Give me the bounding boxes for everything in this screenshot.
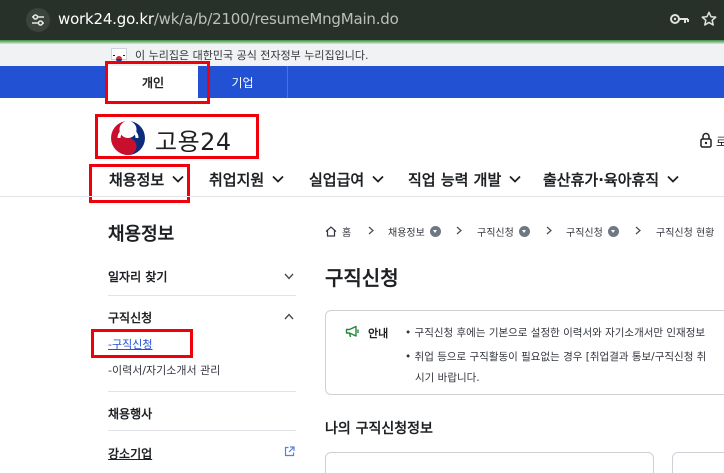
gnb-unemployment-benefit[interactable]: 실업급여 — [309, 168, 384, 190]
bookmark-star-icon[interactable] — [700, 10, 718, 28]
lnb-sub-resume-management[interactable]: -이력서/자기소개서 관리 — [108, 362, 220, 378]
url-field[interactable]: work24.go.kr/wk/a/b/2100/resumeMngMain.d… — [58, 10, 399, 28]
gnb-job-skills[interactable]: 직업 능력 개발 — [408, 168, 521, 190]
lnb-divider — [108, 430, 296, 431]
notice-line: 시기 바랍니다. — [415, 372, 480, 384]
chevron-right-icon — [546, 226, 552, 235]
megaphone-icon — [345, 325, 359, 338]
lnb-divider — [108, 391, 296, 392]
taegeuk-logo-icon[interactable] — [109, 119, 147, 157]
home-icon — [325, 226, 337, 237]
chevron-up-icon[interactable] — [284, 313, 294, 320]
gnb-parental-leave[interactable]: 출산휴가·육아휴직 — [543, 168, 679, 190]
chevron-down-icon[interactable] — [284, 273, 294, 280]
breadcrumb-current: 구직신청 현황 — [656, 224, 714, 239]
password-key-icon[interactable] — [670, 11, 690, 27]
lnb-item-job-application[interactable]: 구직신청 — [108, 309, 152, 326]
breadcrumb-label: 구직신청 — [477, 228, 514, 239]
notice-line: • 취업 등으로 구직활동이 필요없는 경우 [취업결과 통보/구직신청 취 — [405, 351, 707, 363]
dropdown-dot-icon[interactable] — [518, 226, 530, 237]
logo-text[interactable]: 고용24 — [155, 122, 232, 157]
external-link-icon[interactable] — [284, 446, 295, 457]
breadcrumb-home[interactable]: 홈 — [325, 224, 351, 239]
chevron-right-icon — [635, 226, 641, 235]
gnb-jobs[interactable]: 채용정보 — [109, 168, 184, 190]
breadcrumb-job-application-2[interactable]: 구직신청 — [566, 224, 619, 239]
lnb-item-job-search[interactable]: 일자리 찾기 — [108, 268, 167, 285]
lnb-item-job-fair[interactable]: 채용행사 — [108, 405, 152, 422]
gnb-label: 실업급여 — [309, 170, 365, 189]
gnb-divider — [0, 196, 724, 197]
breadcrumb-label: 채용정보 — [388, 228, 425, 239]
chevron-down-icon — [667, 175, 679, 183]
gov-banner-text: 이 누리집은 대한민국 공식 전자정부 누리집입니다. — [135, 49, 369, 62]
notice-line: • 구직신청 후에는 기본으로 설정한 이력서와 자기소개서만 인재정보 — [405, 327, 706, 339]
lnb-divider — [108, 295, 296, 296]
lnb-sub-job-application[interactable]: -구직신청 — [108, 336, 152, 352]
url-host: work24.go.kr — [58, 10, 154, 28]
gnb-label: 직업 능력 개발 — [408, 170, 502, 189]
application-info-card-2 — [672, 452, 724, 473]
site-info-button[interactable] — [26, 8, 50, 32]
breadcrumb-job-application[interactable]: 구직신청 — [477, 224, 530, 239]
login-link[interactable]: 로 — [716, 133, 724, 150]
tab-company[interactable]: 기업 — [198, 66, 288, 98]
page-title: 구직신청 — [325, 266, 399, 290]
sub-label: 구직신청 — [111, 338, 153, 351]
lnb-item-small-giants[interactable]: 강소기업 — [108, 445, 152, 462]
chevron-down-icon — [172, 175, 184, 183]
sub-label: 이력서/자기소개서 관리 — [111, 364, 221, 377]
korea-flag-icon — [111, 48, 127, 63]
chevron-down-icon — [509, 175, 521, 183]
lnb-title: 채용정보 — [108, 224, 175, 245]
breadcrumb-label: 홈 — [342, 228, 352, 239]
breadcrumb-label: 구직신청 현황 — [656, 228, 715, 239]
tune-icon — [32, 14, 44, 26]
chevron-down-icon — [372, 175, 384, 183]
breadcrumb-label: 구직신청 — [566, 228, 603, 239]
chevron-right-icon — [368, 226, 374, 235]
notice-label: 안내 — [368, 327, 389, 340]
chevron-down-icon — [272, 175, 284, 183]
gnb-label: 출산휴가·육아휴직 — [543, 170, 660, 189]
gnb-label: 채용정보 — [109, 170, 165, 189]
gnb-label: 취업지원 — [209, 170, 265, 189]
tab-personal[interactable]: 개인 — [108, 66, 198, 98]
breadcrumb-jobs[interactable]: 채용정보 — [388, 224, 441, 239]
chevron-right-icon — [456, 226, 462, 235]
login-lock-icon[interactable] — [700, 132, 712, 148]
dropdown-dot-icon[interactable] — [607, 226, 619, 237]
url-path: /wk/a/b/2100/resumeMngMain.do — [153, 10, 399, 28]
dropdown-dot-icon[interactable] — [429, 226, 441, 237]
section-title: 나의 구직신청정보 — [325, 421, 433, 437]
application-info-card — [325, 452, 654, 473]
gnb-employment-support[interactable]: 취업지원 — [209, 168, 284, 190]
